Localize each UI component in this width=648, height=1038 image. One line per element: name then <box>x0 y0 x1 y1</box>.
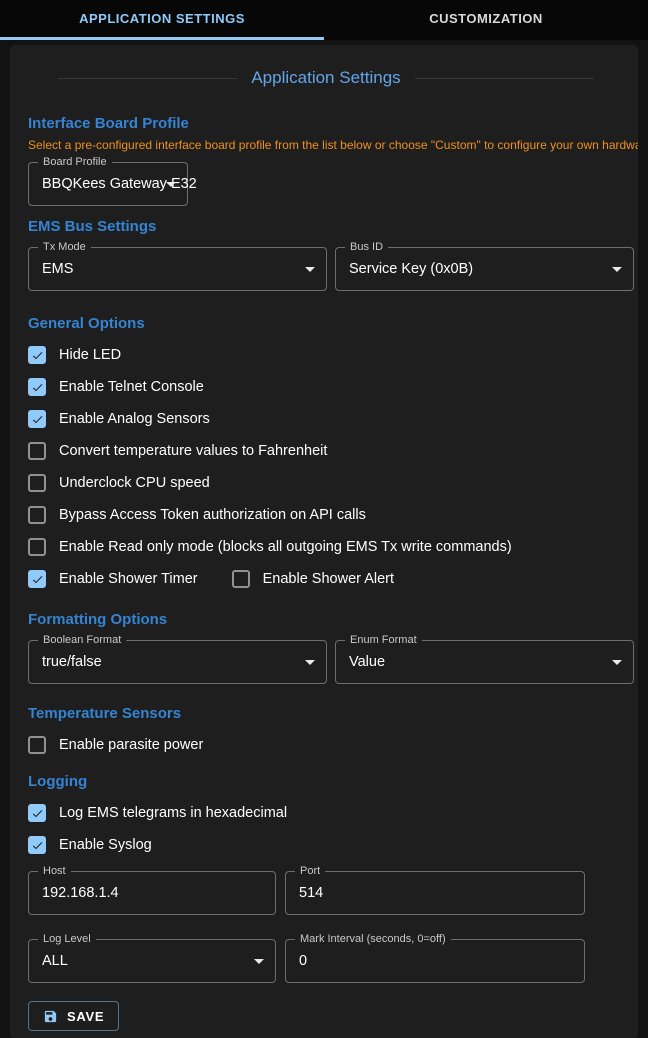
checkbox-row-telnet: Enable Telnet Console <box>28 371 634 403</box>
section-heading-interface-board-profile: Interface Board Profile <box>28 115 634 133</box>
bus-id-select[interactable]: Bus ID Service Key (0x0B) <box>335 247 634 291</box>
chevron-down-icon <box>166 182 176 187</box>
field-value: Value <box>349 654 385 670</box>
page-title: Application Settings <box>251 68 400 88</box>
board-profile-note: Select a pre-configured interface board … <box>28 138 634 152</box>
checkbox-read-only-mode[interactable]: Enable Read only mode (blocks all outgoi… <box>28 538 512 556</box>
checkbox-row-hide-led: Hide LED <box>28 339 634 371</box>
checkbox-row-shower: Enable Shower Timer Enable Shower Alert <box>28 563 634 595</box>
port-input[interactable] <box>286 872 584 914</box>
checkbox-row-bypass-token: Bypass Access Token authorization on API… <box>28 499 634 531</box>
checkbox-row-fahrenheit: Convert temperature values to Fahrenheit <box>28 435 634 467</box>
checkbox-icon[interactable] <box>28 836 46 854</box>
checkbox-enable-parasite-power[interactable]: Enable parasite power <box>28 736 203 754</box>
save-button-label: SAVE <box>67 1009 104 1024</box>
enum-format-select[interactable]: Enum Format Value <box>335 640 634 684</box>
field-label: Bus ID <box>345 241 388 254</box>
field-label: Enum Format <box>345 634 422 647</box>
mark-interval-field[interactable]: Mark Interval (seconds, 0=off) <box>285 939 585 983</box>
mark-interval-input[interactable] <box>286 940 584 982</box>
boolean-format-select[interactable]: Boolean Format true/false <box>28 640 327 684</box>
checkbox-label: Underclock CPU speed <box>59 475 210 491</box>
checkbox-icon[interactable] <box>28 538 46 556</box>
checkbox-icon[interactable] <box>28 442 46 460</box>
host-field[interactable]: Host <box>28 871 276 915</box>
checkbox-icon[interactable] <box>28 736 46 754</box>
checkbox-row-read-only: Enable Read only mode (blocks all outgoi… <box>28 531 634 563</box>
checkbox-enable-telnet-console[interactable]: Enable Telnet Console <box>28 378 204 396</box>
checkbox-bypass-access-token[interactable]: Bypass Access Token authorization on API… <box>28 506 366 524</box>
title-divider-right <box>415 78 594 79</box>
application-settings-panel: Application Settings Interface Board Pro… <box>10 45 638 1038</box>
section-heading-temperature-sensors: Temperature Sensors <box>28 705 634 723</box>
checkbox-icon[interactable] <box>28 506 46 524</box>
checkbox-label: Enable Read only mode (blocks all outgoi… <box>59 539 512 555</box>
checkbox-label: Enable Analog Sensors <box>59 411 210 427</box>
checkbox-icon[interactable] <box>28 474 46 492</box>
checkbox-enable-shower-alert[interactable]: Enable Shower Alert <box>232 570 394 588</box>
tx-mode-select[interactable]: Tx Mode EMS <box>28 247 327 291</box>
board-profile-select[interactable]: Board Profile BBQKees Gateway E32 <box>28 162 188 206</box>
tab-label: APPLICATION SETTINGS <box>79 11 245 26</box>
port-field[interactable]: Port <box>285 871 585 915</box>
field-label: Log Level <box>38 933 96 946</box>
chevron-down-icon <box>305 660 315 665</box>
tab-application-settings[interactable]: APPLICATION SETTINGS <box>0 0 324 40</box>
tab-customization[interactable]: CUSTOMIZATION <box>324 0 648 40</box>
checkbox-row-analog-sensors: Enable Analog Sensors <box>28 403 634 435</box>
checkbox-row-log-hex: Log EMS telegrams in hexadecimal <box>28 797 634 829</box>
checkbox-hide-led[interactable]: Hide LED <box>28 346 121 364</box>
log-level-select[interactable]: Log Level ALL <box>28 939 276 983</box>
field-value: EMS <box>42 261 73 277</box>
chevron-down-icon <box>254 959 264 964</box>
checkbox-label: Enable Syslog <box>59 837 152 853</box>
chevron-down-icon <box>612 660 622 665</box>
title-divider-left <box>58 78 237 79</box>
checkbox-icon[interactable] <box>28 346 46 364</box>
checkbox-label: Convert temperature values to Fahrenheit <box>59 443 327 459</box>
section-heading-ems-bus-settings: EMS Bus Settings <box>28 218 634 236</box>
save-icon <box>43 1009 58 1024</box>
checkbox-log-ems-hex[interactable]: Log EMS telegrams in hexadecimal <box>28 804 287 822</box>
checkbox-icon[interactable] <box>28 378 46 396</box>
checkbox-enable-analog-sensors[interactable]: Enable Analog Sensors <box>28 410 210 428</box>
checkbox-row-underclock: Underclock CPU speed <box>28 467 634 499</box>
checkbox-label: Enable Shower Timer <box>59 571 198 587</box>
host-input[interactable] <box>29 872 275 914</box>
field-label: Boolean Format <box>38 634 126 647</box>
page-title-row: Application Settings <box>28 67 634 89</box>
checkbox-label: Enable Shower Alert <box>263 571 394 587</box>
checkbox-underclock-cpu[interactable]: Underclock CPU speed <box>28 474 210 492</box>
chevron-down-icon <box>305 267 315 272</box>
checkbox-enable-shower-timer[interactable]: Enable Shower Timer <box>28 570 198 588</box>
checkbox-icon[interactable] <box>28 570 46 588</box>
checkbox-icon[interactable] <box>28 804 46 822</box>
checkbox-label: Bypass Access Token authorization on API… <box>59 507 366 523</box>
chevron-down-icon <box>612 267 622 272</box>
checkbox-row-syslog: Enable Syslog <box>28 829 634 861</box>
section-heading-formatting-options: Formatting Options <box>28 611 634 629</box>
checkbox-row-parasite: Enable parasite power <box>28 729 634 761</box>
tab-label: CUSTOMIZATION <box>429 11 543 26</box>
checkbox-enable-syslog[interactable]: Enable Syslog <box>28 836 152 854</box>
field-value: ALL <box>42 953 68 969</box>
save-button[interactable]: SAVE <box>28 1001 119 1031</box>
checkbox-icon[interactable] <box>28 410 46 428</box>
checkbox-label: Log EMS telegrams in hexadecimal <box>59 805 287 821</box>
field-label: Board Profile <box>38 156 112 169</box>
checkbox-convert-fahrenheit[interactable]: Convert temperature values to Fahrenheit <box>28 442 327 460</box>
field-value: true/false <box>42 654 102 670</box>
checkbox-label: Hide LED <box>59 347 121 363</box>
checkbox-label: Enable parasite power <box>59 737 203 753</box>
checkbox-icon[interactable] <box>232 570 250 588</box>
checkbox-label: Enable Telnet Console <box>59 379 204 395</box>
tab-bar: APPLICATION SETTINGS CUSTOMIZATION <box>0 0 648 40</box>
section-heading-general-options: General Options <box>28 315 634 333</box>
field-label: Tx Mode <box>38 241 91 254</box>
section-heading-logging: Logging <box>28 773 634 791</box>
field-value: Service Key (0x0B) <box>349 261 473 277</box>
